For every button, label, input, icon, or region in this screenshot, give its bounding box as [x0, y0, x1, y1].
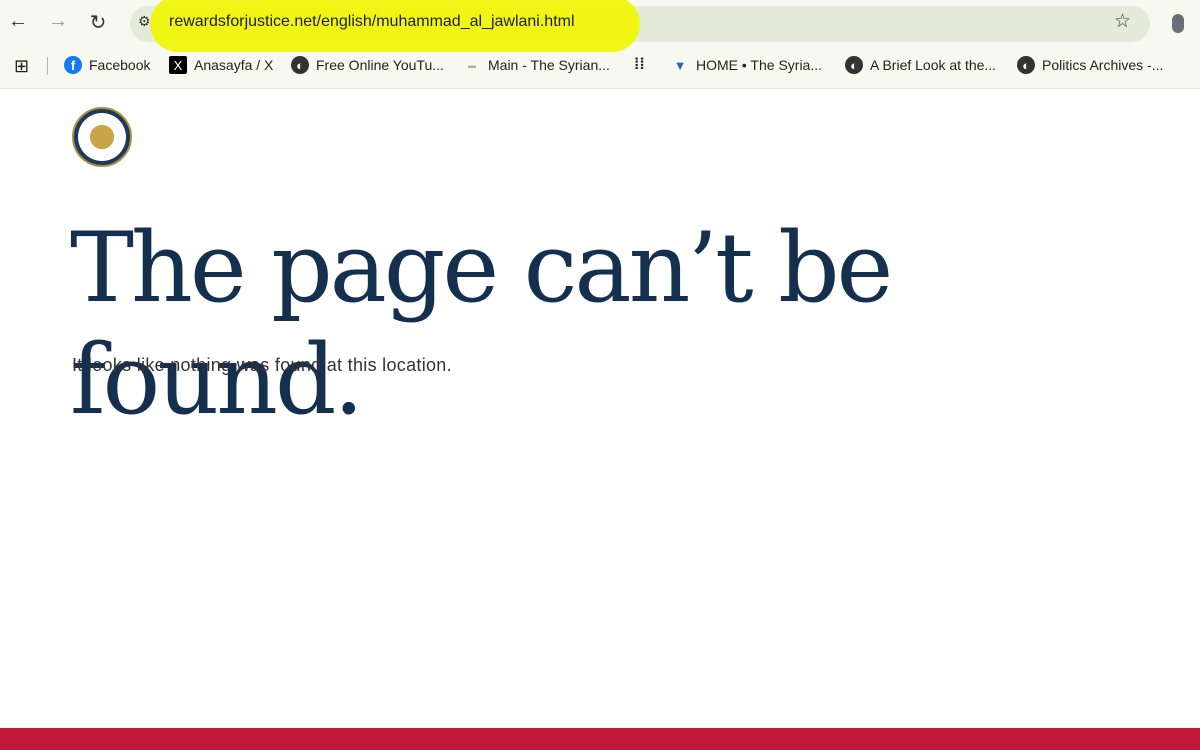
browser-toolbar: ← → ↻ ⚙ rewardsforjustice.net/english/mu…	[0, 0, 1200, 89]
globe-icon: ◐	[845, 56, 863, 74]
state-department-seal-logo[interactable]	[72, 107, 132, 167]
bookmark-facebook[interactable]: f Facebook	[64, 56, 150, 74]
facebook-icon: f	[64, 56, 82, 74]
site-icon: ▬	[468, 60, 476, 70]
x-icon: X	[169, 56, 187, 74]
extension-icon[interactable]	[1172, 14, 1184, 33]
bookmark-politics[interactable]: ◐ Politics Archives -...	[1017, 56, 1163, 74]
bookmark-youtube[interactable]: ◐ Free Online YouTu...	[291, 56, 444, 74]
site-settings-icon[interactable]: ⚙	[138, 13, 151, 30]
site-icon: ▼	[673, 57, 687, 73]
page-title: The page can’t be found.	[70, 212, 893, 436]
footer-bar	[0, 728, 1200, 750]
globe-icon: ◐	[291, 56, 309, 74]
url-text[interactable]: rewardsforjustice.net/english/muhammad_a…	[169, 13, 575, 31]
bookmark-x[interactable]: X Anasayfa / X	[169, 56, 273, 74]
bookmark-syrian-main[interactable]: ▬ Main - The Syrian...	[463, 56, 610, 74]
apps-icon[interactable]: ⊞	[14, 56, 29, 77]
forward-icon[interactable]: →	[44, 10, 72, 33]
reload-icon[interactable]: ↻	[84, 10, 112, 35]
back-icon[interactable]: ←	[4, 10, 32, 33]
bookmark-syria-home[interactable]: ▼ HOME • The Syria...	[671, 56, 822, 74]
bookmark-star-icon[interactable]: ☆	[1114, 10, 1131, 33]
bookmark-brief-look[interactable]: ◐ A Brief Look at the...	[845, 56, 996, 74]
not-found-message: It looks like nothing was found at this …	[72, 355, 452, 375]
apps-dots-icon[interactable]: ⁞⁞	[634, 56, 645, 74]
globe-icon: ◐	[1017, 56, 1035, 74]
divider	[47, 57, 48, 75]
